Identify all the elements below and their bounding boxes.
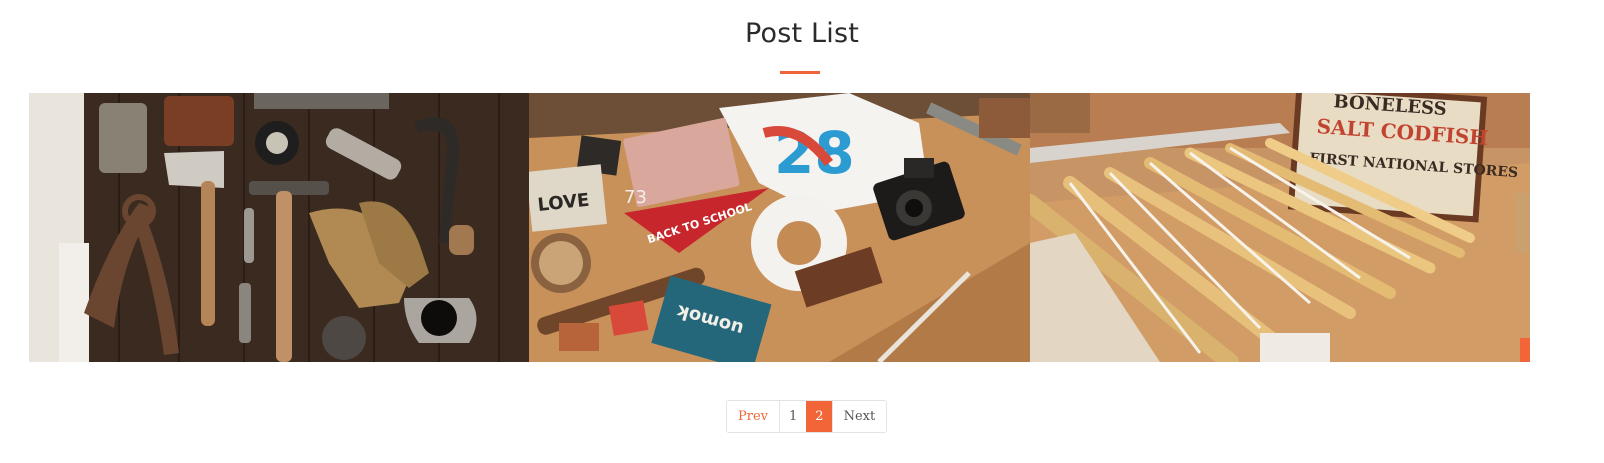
post-image-tools [29, 93, 529, 362]
post-card-rulers[interactable]: BONELESS SALT CODFISH FIRST NATIONAL STO… [1030, 93, 1530, 362]
pagination: Prev 1 2 Next [726, 400, 888, 433]
post-card-tools[interactable] [29, 93, 529, 362]
page-link-2-active[interactable]: 2 [806, 401, 832, 432]
post-image-flatlay: 28 LOVE 73 BACK TO SCHOOL uomok [529, 93, 1030, 362]
post-card-flatlay[interactable]: 28 LOVE 73 BACK TO SCHOOL uomok [529, 93, 1030, 362]
post-image-rulers: BONELESS SALT CODFISH FIRST NATIONAL STO… [1030, 93, 1530, 362]
post-gallery: 28 LOVE 73 BACK TO SCHOOL uomok BONELESS… [29, 93, 1530, 362]
page-link-1[interactable]: 1 [779, 401, 807, 432]
flatlay-number-text: 73 [624, 187, 647, 208]
next-page-link[interactable]: Next [831, 401, 887, 432]
prev-page-link[interactable]: Prev [727, 401, 779, 432]
title-underline [780, 71, 820, 74]
page-title: Post List [744, 18, 860, 49]
